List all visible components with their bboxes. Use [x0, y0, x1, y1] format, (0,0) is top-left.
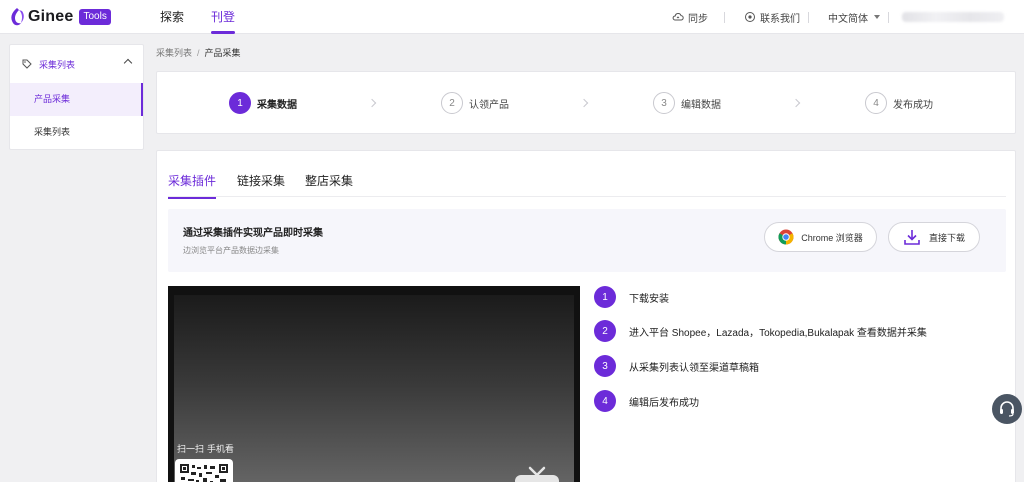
caret-down-icon [874, 15, 880, 19]
language-select[interactable]: 中文简体 [828, 0, 880, 34]
step-number: 3 [653, 92, 675, 114]
guide-step-1: 1 下载安装 [594, 286, 1014, 308]
collect-panel: 采集插件 链接采集 整店采集 通过采集插件实现产品即时采集 边浏览平台产品数据边… [156, 150, 1016, 482]
sidebar-group-label: 采集列表 [39, 59, 76, 70]
download-icon [904, 230, 920, 245]
cloud-sync-icon [672, 13, 684, 21]
guide-step-4: 4 编辑后发布成功 [594, 390, 1014, 412]
chrome-icon [778, 229, 794, 245]
guide-step-number: 1 [594, 286, 616, 308]
guide-step-text: 编辑后发布成功 [629, 397, 699, 409]
chevron-right-icon [367, 98, 377, 108]
step-publish-success: 4 发布成功 [865, 92, 933, 114]
sidebar-group-collect-list[interactable]: 采集列表 [10, 45, 143, 83]
brand-badge: Tools [79, 9, 111, 25]
user-account-blurred[interactable] [902, 12, 1004, 22]
step-collect-data: 1 采集数据 [229, 92, 297, 114]
qr-code [175, 459, 233, 482]
guide-step-text: 从采集列表认领至渠道草稿箱 [629, 362, 759, 374]
contact-label: 联系我们 [760, 13, 800, 25]
guide-step-text: 下载安装 [629, 293, 669, 305]
ginee-logo[interactable]: Ginee Tools [9, 7, 111, 27]
download-button-label: 直接下载 [928, 232, 965, 243]
direct-download-button[interactable]: 直接下载 [888, 222, 980, 252]
chevron-right-icon [579, 98, 589, 108]
step-claim-product: 2 认领产品 [441, 92, 509, 114]
step-label: 编辑数据 [681, 99, 721, 111]
step-number: 4 [865, 92, 887, 114]
scan-to-watch-label: 扫一扫 手机看 [177, 445, 234, 455]
step-number: 2 [441, 92, 463, 114]
qr-code-icon [180, 464, 228, 482]
breadcrumb-parent[interactable]: 采集列表 [156, 48, 192, 58]
nav-explore[interactable]: 探索 [160, 0, 184, 34]
headset-icon [745, 12, 755, 22]
step-number: 1 [229, 92, 251, 114]
collect-tabs: 采集插件 链接采集 整店采集 [168, 151, 1006, 199]
step-edit-data: 3 编辑数据 [653, 92, 721, 114]
tutorial-video[interactable]: 扫一扫 手机看 [168, 286, 580, 482]
sidebar-item-collect-list[interactable]: 采集列表 [10, 116, 143, 149]
tag-icon [22, 59, 32, 69]
step-label: 发布成功 [893, 99, 933, 111]
guide-step-number: 2 [594, 320, 616, 342]
guide-step-number: 3 [594, 355, 616, 377]
guide-step-3: 3 从采集列表认领至渠道草稿箱 [594, 355, 1014, 377]
tv-cast-icon [515, 466, 559, 482]
progress-steps: 1 采集数据 2 认领产品 3 编辑数据 4 发布成功 [156, 71, 1016, 134]
breadcrumb-current: 产品采集 [204, 48, 241, 58]
top-bar: Ginee Tools 探索 刊登 同步 联系我们 中文简体 [0, 0, 1024, 34]
breadcrumb: 采集列表 / 产品采集 [156, 46, 241, 59]
divider [888, 12, 889, 23]
chevron-right-icon [791, 98, 801, 108]
divider [808, 12, 809, 23]
tab-link-collect[interactable]: 链接采集 [237, 172, 285, 199]
plugin-title: 通过采集插件实现产品即时采集 [183, 228, 323, 239]
guide-step-number: 4 [594, 390, 616, 412]
guide-step-text: 进入平台 Shopee，Lazada，Tokopedia,Bukalapak 查… [629, 327, 927, 339]
guide-step-2: 2 进入平台 Shopee，Lazada，Tokopedia,Bukalapak… [594, 320, 1014, 342]
step-label: 采集数据 [257, 99, 297, 111]
tab-plugin-collect[interactable]: 采集插件 [168, 172, 217, 199]
language-label: 中文简体 [828, 13, 868, 25]
plugin-subtitle: 边浏览平台产品数据边采集 [183, 246, 279, 255]
nav-listing[interactable]: 刊登 [211, 0, 236, 34]
step-label: 认领产品 [469, 99, 509, 111]
sidebar: 采集列表 产品采集 采集列表 [9, 44, 144, 150]
contact-us-button[interactable]: 联系我们 [744, 0, 800, 34]
divider [724, 12, 725, 23]
brand-name: Ginee [28, 8, 74, 25]
video-frame [174, 295, 574, 482]
chrome-button-label: Chrome 浏览器 [801, 232, 863, 243]
sidebar-item-product-collect[interactable]: 产品采集 [10, 83, 143, 116]
customer-service-button[interactable] [992, 394, 1022, 424]
plugin-banner: 通过采集插件实现产品即时采集 边浏览平台产品数据边采集 Chrome 浏览器 直… [168, 209, 1006, 272]
headset-icon [1000, 401, 1014, 417]
sync-button[interactable]: 同步 [672, 0, 708, 34]
sync-label: 同步 [688, 13, 708, 25]
breadcrumb-separator: / [197, 48, 200, 58]
chevron-up-icon [123, 58, 133, 68]
ginee-logo-icon [11, 8, 24, 26]
chrome-browser-button[interactable]: Chrome 浏览器 [764, 222, 877, 252]
tab-store-collect[interactable]: 整店采集 [305, 172, 353, 199]
